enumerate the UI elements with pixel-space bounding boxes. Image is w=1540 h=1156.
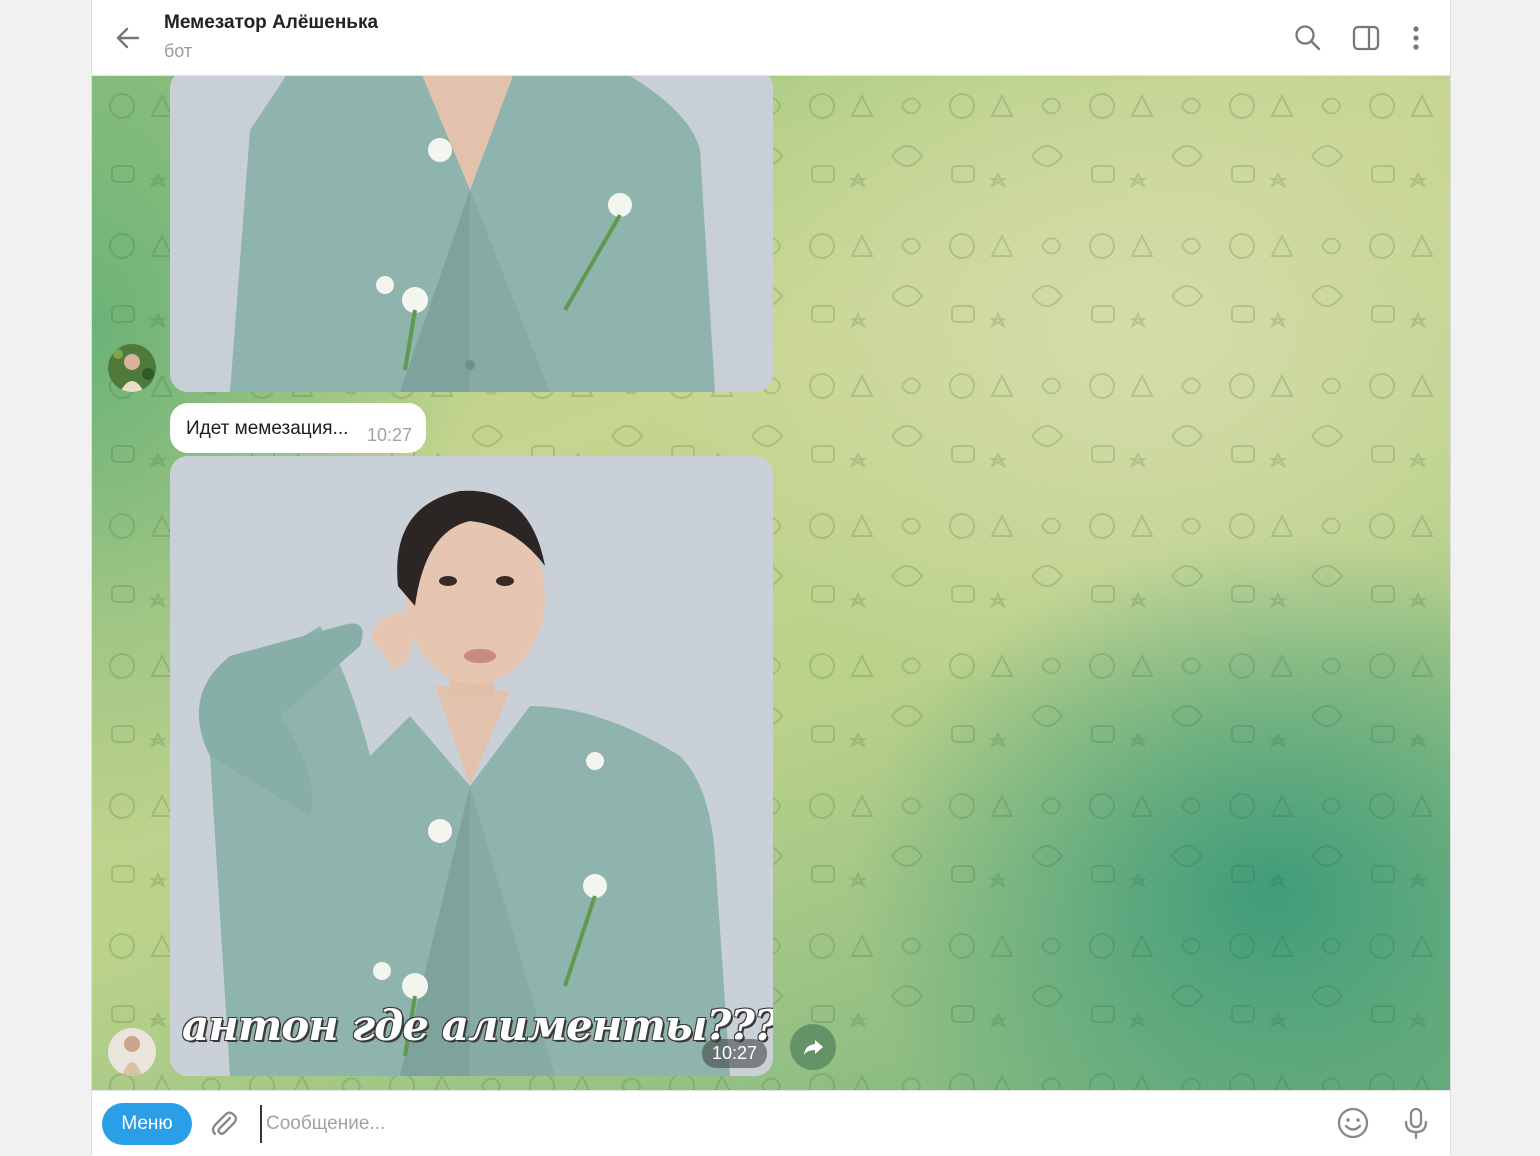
sidebar-toggle-icon[interactable] [1348, 20, 1384, 56]
bot-avatar[interactable] [108, 344, 156, 392]
chat-header: Мемезатор Алёшенька бот [92, 0, 1450, 76]
chat-area[interactable]: Идет мемезация... 10:27 антон где алимен… [92, 76, 1450, 1090]
chat-title[interactable]: Мемезатор Алёшенька [164, 12, 378, 34]
back-arrow-icon[interactable] [110, 20, 146, 56]
message-input-bar: Меню [92, 1090, 1450, 1156]
emoji-icon[interactable] [1335, 1105, 1371, 1141]
status-message[interactable]: Идет мемезация... 10:27 [170, 403, 426, 453]
meme-time: 10:27 [701, 1039, 767, 1068]
telegram-window: Мемезатор Алёшенька бот Идет мемезация..… [91, 0, 1451, 1156]
status-message-text: Идет мемезация... [186, 418, 349, 439]
forward-button[interactable] [790, 1024, 836, 1070]
message-input[interactable] [260, 1105, 1328, 1143]
forward-icon [804, 1040, 823, 1055]
paperclip-icon[interactable] [208, 1108, 240, 1140]
chat-subtitle: бот [164, 41, 193, 61]
more-vertical-icon[interactable] [1398, 20, 1434, 56]
microphone-icon[interactable] [1398, 1105, 1434, 1141]
bot-avatar-2[interactable] [108, 1028, 156, 1076]
meme-image[interactable]: антон где алименты??? 10:27 [170, 456, 773, 1076]
search-icon[interactable] [1290, 20, 1326, 56]
status-message-time: 10:27 [366, 425, 412, 445]
meme-caption: антон где алименты??? [182, 1001, 773, 1050]
meme-image-previous[interactable] [170, 76, 773, 392]
menu-button[interactable]: Меню [102, 1103, 192, 1145]
